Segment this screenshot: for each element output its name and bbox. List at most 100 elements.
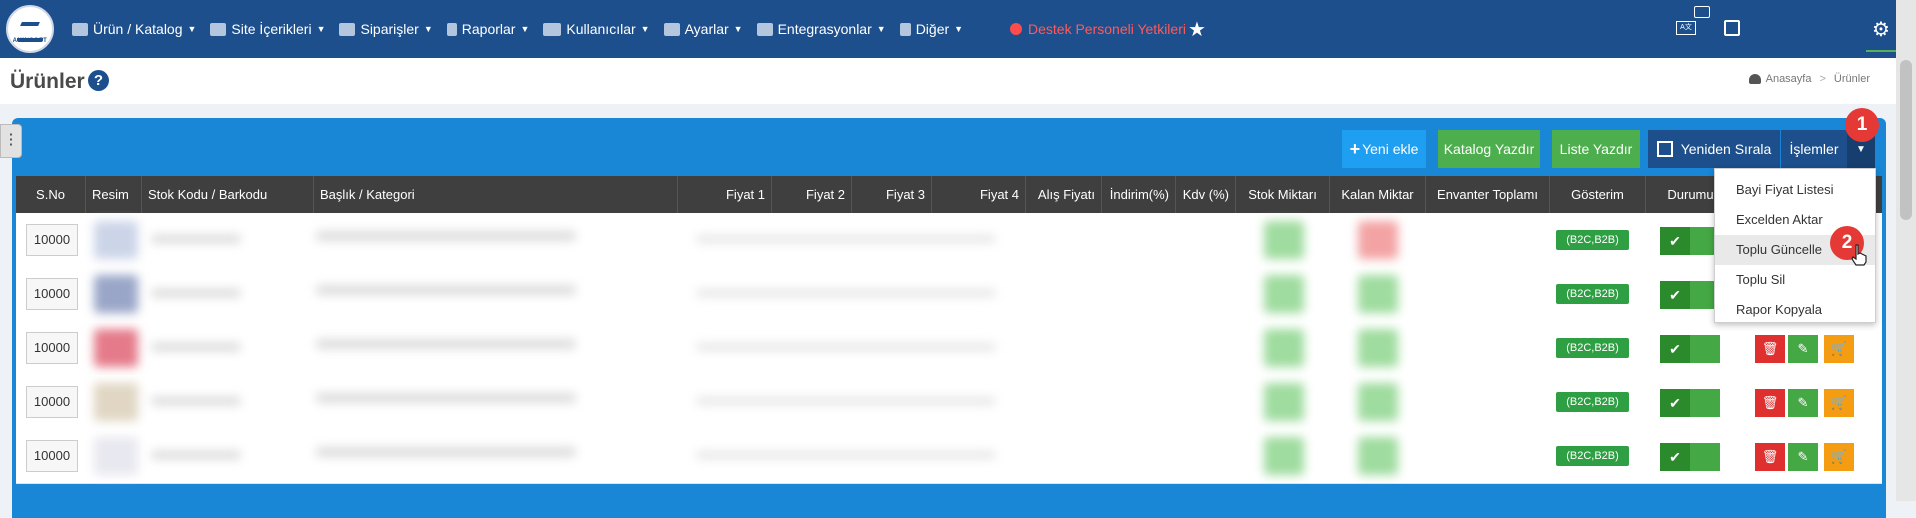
document-icon <box>899 22 911 36</box>
nav-item-ayarlar[interactable]: Ayarlar ▼ <box>663 21 743 37</box>
operations-button[interactable]: İşlemler <box>1781 130 1847 168</box>
col-stock-amount[interactable]: Stok Miktarı <box>1236 176 1330 213</box>
nav-label: Diğer <box>915 21 950 37</box>
delete-button[interactable]: 🗑 <box>1755 389 1785 417</box>
translate-icon[interactable]: A文 <box>1676 21 1696 35</box>
product-thumbnail[interactable] <box>94 329 138 367</box>
cart-button[interactable]: 🛒 <box>1824 335 1854 363</box>
side-menu-toggle[interactable]: ⋮ <box>0 124 22 158</box>
col-price-2[interactable]: Fiyat 2 <box>772 176 852 213</box>
col-stock-code[interactable]: Stok Kodu / Barkodu <box>142 176 314 213</box>
status-toggle[interactable]: ✔ <box>1660 281 1720 309</box>
check-icon: ✔ <box>1660 443 1690 471</box>
expand-icon[interactable] <box>1724 20 1740 36</box>
col-display[interactable]: Gösterim <box>1550 176 1646 213</box>
remaining-amount-cell <box>1358 437 1398 475</box>
product-thumbnail[interactable] <box>94 383 138 421</box>
reorder-icon <box>1656 141 1673 157</box>
prices-text <box>696 397 996 405</box>
edit-button[interactable]: ✎ <box>1788 443 1818 471</box>
file-icon <box>446 22 457 36</box>
page-scrollbar[interactable] <box>1896 0 1916 501</box>
sno-field[interactable]: 10000 <box>26 224 78 256</box>
status-toggle[interactable]: ✔ <box>1660 227 1720 255</box>
sno-field[interactable]: 10000 <box>26 440 78 472</box>
table-row[interactable]: 10000 (B2C,B2B) ✔ 🗑 ✎ 🛒 <box>16 375 1882 430</box>
status-toggle[interactable]: ✔ <box>1660 443 1720 471</box>
box-icon <box>72 22 88 36</box>
cart-button[interactable]: 🛒 <box>1824 389 1854 417</box>
delete-button[interactable]: 🗑 <box>1755 335 1785 363</box>
table-row[interactable]: 10000 (B2C,B2B) ✔ 🗑 ✎ 🛒 <box>16 321 1882 376</box>
remaining-amount-cell <box>1358 221 1398 259</box>
col-price-1[interactable]: Fiyat 1 <box>678 176 772 213</box>
display-badge: (B2C,B2B) <box>1556 284 1629 304</box>
support-permissions-link[interactable]: Destek Personeli Yetkileri <box>1010 0 1186 58</box>
truck-icon <box>339 22 356 36</box>
col-discount[interactable]: İndirim(%) <box>1102 176 1176 213</box>
help-icon[interactable]: ? <box>88 70 109 91</box>
caret-down-icon: ▼ <box>187 24 197 34</box>
nav-item-diger[interactable]: Diğer ▼ <box>899 21 963 37</box>
col-price-3[interactable]: Fiyat 3 <box>852 176 932 213</box>
prices-text <box>696 235 996 243</box>
check-icon: ✔ <box>1660 281 1690 309</box>
table-row[interactable]: 10000 (B2C,B2B) ✔ <box>16 267 1882 322</box>
reorder-button[interactable]: Yeniden Sırala <box>1648 130 1780 168</box>
check-icon: ✔ <box>1660 389 1690 417</box>
status-toggle[interactable]: ✔ <box>1660 335 1720 363</box>
remaining-amount-cell <box>1358 383 1398 421</box>
caret-down-icon: ▼ <box>423 24 433 34</box>
cart-button[interactable]: 🛒 <box>1824 443 1854 471</box>
scrollbar-thumb[interactable] <box>1900 60 1912 220</box>
col-price-4[interactable]: Fiyat 4 <box>932 176 1026 213</box>
menu-item-copy-report[interactable]: Rapor Kopyala <box>1715 295 1875 325</box>
col-title-category[interactable]: Başlık / Kategori <box>314 176 678 213</box>
product-thumbnail[interactable] <box>94 275 138 313</box>
stock-code-text <box>151 289 241 297</box>
prices-text <box>696 343 996 351</box>
edit-button[interactable]: ✎ <box>1788 335 1818 363</box>
nav-label: Ürün / Katalog <box>93 21 183 37</box>
col-purchase-price[interactable]: Alış Fiyatı <box>1026 176 1102 213</box>
page-title: Ürünler <box>10 70 85 93</box>
add-new-label: Yeni ekle <box>1362 141 1419 157</box>
check-icon: ✔ <box>1660 335 1690 363</box>
settings-gears-icon[interactable]: ⚙ <box>1872 17 1890 42</box>
nav-item-site-icerikleri[interactable]: Site İçerikleri ▼ <box>210 21 325 37</box>
accent-strip <box>1866 50 1896 52</box>
nav-item-urun-katalog[interactable]: Ürün / Katalog ▼ <box>72 21 196 37</box>
delete-button[interactable]: 🗑 <box>1755 443 1785 471</box>
menu-item-dealer-price-list[interactable]: Bayi Fiyat Listesi <box>1715 175 1875 205</box>
nav-item-entegrasyonlar[interactable]: Entegrasyonlar ▼ <box>756 21 886 37</box>
status-toggle[interactable]: ✔ <box>1660 389 1720 417</box>
menu-item-bulk-delete[interactable]: Toplu Sil <box>1715 265 1875 295</box>
nav-item-siparisler[interactable]: Siparişler ▼ <box>339 21 433 37</box>
col-image[interactable]: Resim <box>86 176 142 213</box>
product-thumbnail[interactable] <box>94 437 138 475</box>
col-inventory-total[interactable]: Envanter Toplamı <box>1426 176 1550 213</box>
print-list-button[interactable]: Liste Yazdır <box>1552 130 1640 168</box>
table-row[interactable]: 10000 (B2C,B2B) ✔ 🗑 ✎ 🛒 <box>16 429 1882 484</box>
breadcrumb-home[interactable]: Anasayfa <box>1766 73 1812 85</box>
sno-field[interactable]: 10000 <box>26 386 78 418</box>
star-icon[interactable]: ★ <box>1188 17 1206 42</box>
add-new-button[interactable]: + Yeni ekle <box>1342 130 1426 168</box>
table-row[interactable]: 10000 (B2C,B2B) ✔ <box>16 213 1882 268</box>
akinsoft-logo[interactable]: AKINSOFT <box>6 5 54 53</box>
keyboard-icon[interactable] <box>1694 6 1710 18</box>
nav-item-kullanicilar[interactable]: Kullanıcılar ▼ <box>543 21 650 37</box>
sno-field[interactable]: 10000 <box>26 332 78 364</box>
col-remaining-amount[interactable]: Kalan Miktar <box>1330 176 1426 213</box>
print-catalog-button[interactable]: Katalog Yazdır <box>1438 130 1540 168</box>
col-sno[interactable]: S.No <box>16 176 86 213</box>
breadcrumb-current: Ürünler <box>1833 73 1870 85</box>
gears-icon <box>663 22 680 36</box>
nav-item-raporlar[interactable]: Raporlar ▼ <box>446 21 529 37</box>
stock-code-text <box>151 235 241 243</box>
col-vat[interactable]: Kdv (%) <box>1176 176 1236 213</box>
title-category-text <box>316 393 576 403</box>
product-thumbnail[interactable] <box>94 221 138 259</box>
edit-button[interactable]: ✎ <box>1788 389 1818 417</box>
sno-field[interactable]: 10000 <box>26 278 78 310</box>
